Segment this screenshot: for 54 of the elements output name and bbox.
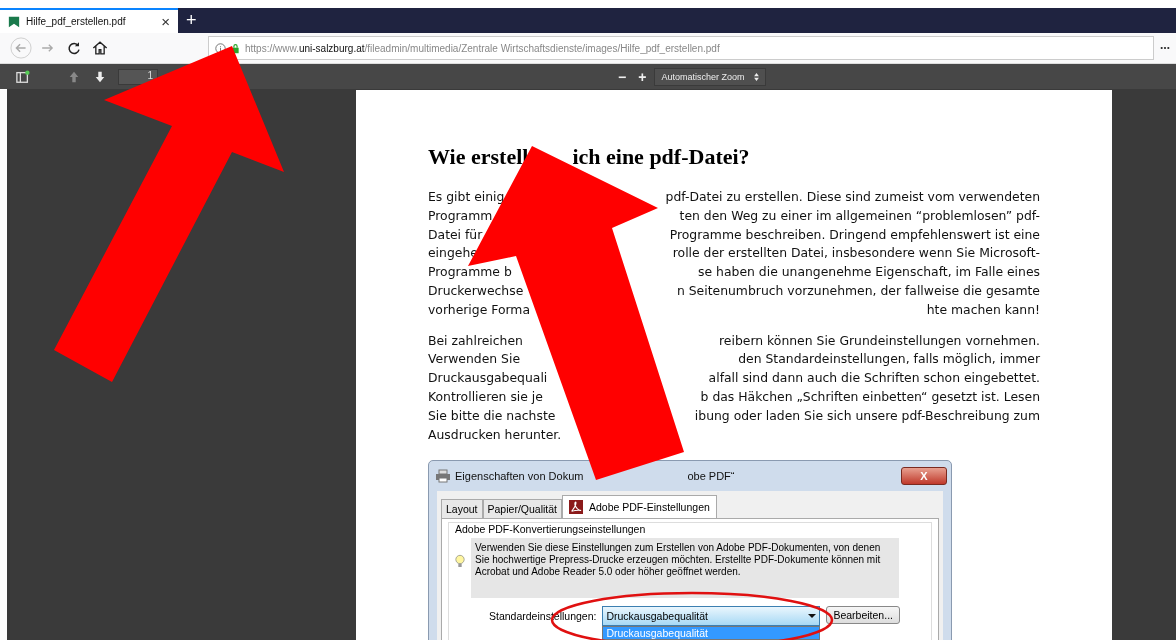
paragraph-text: Programme beschreiben. Dringend empfehlenswert ist eine: [669, 225, 1040, 244]
paragraph-text: b das Häkchen „Schriften einbetten“ gesetzt ist. Lesen: [700, 387, 1040, 406]
address-bar[interactable]: https://www.uni-salzburg.at/fileadmin/multimedia/Zentrale Wirtschaftsdienste/images/Hilfe_pdf_erstellen.pdf: [208, 36, 1154, 60]
group-label: Adobe PDF-Konvertierungseinstellungen: [455, 523, 647, 536]
dialog-tab[interactable]: Papier/Qualität: [482, 499, 562, 519]
paragraph-text: Verwenden Sie: [428, 350, 521, 369]
url-text: https://www.uni-salzburg.at/fileadmin/multimedia/Zentrale Wirtschaftsdienste/images/Hilfe_pdf_erstellen.pdf: [245, 42, 720, 54]
updown-icon: [754, 72, 760, 81]
paragraph-text: Bei zahlreichen: [428, 331, 523, 350]
edit-button[interactable]: Bearbeiten...: [826, 606, 900, 625]
sidebar-toggle-icon[interactable]: [16, 69, 30, 84]
zoom-out-button[interactable]: −: [614, 68, 631, 85]
paragraph-text: Es gibt einig: [428, 188, 505, 206]
close-tab-button[interactable]: ×: [159, 13, 172, 30]
paragraph-text: rolle der erstellten Datei, insbesondere wenn Sie Microsoft-: [672, 244, 1040, 263]
pdf-icon: [569, 500, 583, 515]
paragraph-text: Druckerwechse: [428, 282, 524, 300]
new-tab-button[interactable]: +: [178, 8, 205, 33]
dialog-tab[interactable]: Adobe PDF-Einstellungen: [562, 495, 717, 519]
browser-tab[interactable]: Hilfe_pdf_erstellen.pdf ×: [0, 8, 178, 33]
settings-dropdown[interactable]: Druckausgabequalität: [602, 606, 821, 627]
paragraph-text: hte machen kann!: [926, 300, 1040, 319]
paragraph-text: se haben die unangenehme Eigenschaft, im Falle eines: [698, 263, 1040, 282]
dialog-tab[interactable]: Layout: [441, 499, 483, 519]
caret-icon: [808, 614, 817, 619]
paragraph-text: ten den Weg zu einer im allgemeinen “problemlosen” pdf-: [679, 206, 1040, 225]
paragraph-text: Programme b: [428, 263, 512, 282]
paragraph-text: vorherige Forma: [428, 300, 531, 319]
paragraph-text: alfall sind dann auch die Schriften schon eingebettet.: [708, 369, 1040, 388]
paragraph-text: reibern können Sie Grundeinstellungen vornehmen.: [719, 331, 1040, 350]
paragraph-text: Programm: [428, 206, 493, 225]
zoom-select[interactable]: Automatischer Zoom: [654, 67, 767, 86]
paragraph-text: n Seitenumbruch vorzunehmen, der fallweise die gesamte: [676, 282, 1040, 300]
next-page-icon[interactable]: [94, 70, 106, 83]
paragraph-text: Sie bitte die nachste: [428, 406, 556, 425]
paragraph-text: Kontrollieren sie je: [428, 387, 543, 406]
page-number-field[interactable]: 1: [118, 68, 158, 85]
paragraph-text: den Standardeinstellungen, falls möglich, immer: [738, 350, 1040, 369]
paragraph-text: Datei für: [428, 225, 483, 244]
heading-text: ich eine pdf-Datei?: [572, 144, 750, 170]
paragraph-text: ibung oder laden Sie sich unsere pdf-Beschreibung zum: [694, 406, 1040, 425]
more-icon[interactable]: [1160, 46, 1170, 50]
paragraph-text: pdf-Datei zu erstellen. Diese sind zumeist vom verwendeten: [665, 188, 1040, 206]
info-icon: [215, 42, 226, 54]
paragraph-text: Ausdrucken herunter.: [428, 425, 562, 444]
description-text: Verwenden Sie diese Einstellungen zum Erstellen von Adobe PDF-Dokumenten, von denen Sie hochwertige Prepress-Drucke erzeugen möchten. Erstellte PDF-Dokumente können mit Acrobat und Adobe Reader 5.0 oder höher geöffnet werden.: [471, 538, 899, 599]
document-icon: [8, 15, 20, 28]
paragraph-text: Druckausgabequali: [428, 369, 548, 388]
zoom-in-button[interactable]: +: [634, 68, 651, 85]
dialog-title: Eigenschaften von Dokum: [455, 470, 584, 483]
close-button[interactable]: X: [901, 467, 947, 486]
printer-icon: [435, 469, 451, 484]
previous-page-icon[interactable]: [68, 70, 80, 83]
dialog-title: obe PDF“: [687, 470, 735, 483]
